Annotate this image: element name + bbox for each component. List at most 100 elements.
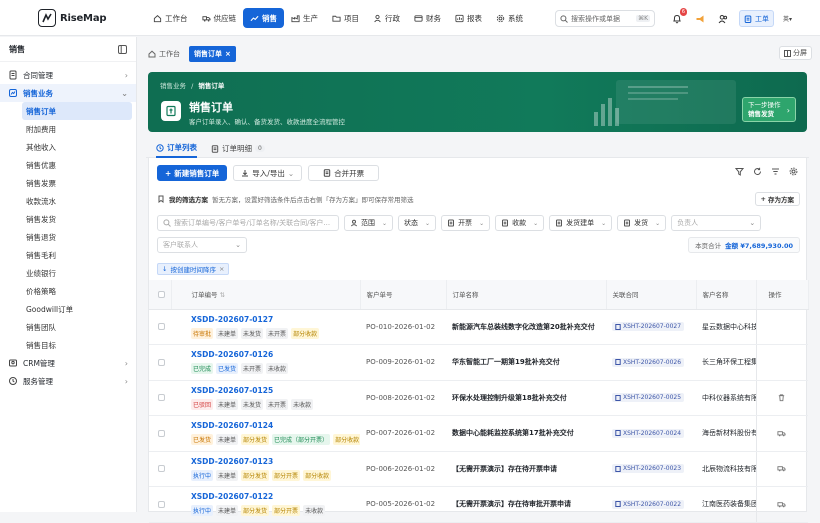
row-checkbox[interactable] <box>158 500 165 508</box>
split-screen-button[interactable]: 分屏 <box>779 46 812 60</box>
order-no-link[interactable]: XSDD-202607-0123 <box>191 457 360 466</box>
tab-close-icon[interactable]: × <box>225 50 231 58</box>
contract-link[interactable]: XSHT-202607-0022 <box>612 499 685 509</box>
tab-sales-order[interactable]: 销售订单 × <box>189 46 236 62</box>
sidebar-item[interactable]: 销售团队 <box>0 318 136 336</box>
sidebar-group-2[interactable]: CRM管理 › <box>0 354 136 372</box>
save-scheme-button[interactable]: + 存为方案 <box>754 192 800 206</box>
nav-item-8[interactable]: 系统 <box>489 8 530 28</box>
sidebar-item[interactable]: 销售退货 <box>0 228 136 246</box>
nav-item-3[interactable]: 生产 <box>284 8 325 28</box>
filter-select-4[interactable]: 发货建单 ⌄ <box>549 215 613 231</box>
order-no-link[interactable]: XSDD-202607-0127 <box>191 315 360 324</box>
row-select[interactable] <box>149 451 171 487</box>
contract-link[interactable]: XSHT-202607-0026 <box>612 357 685 367</box>
row-checkbox[interactable] <box>158 323 165 331</box>
sidebar-item[interactable]: 收款流水 <box>0 192 136 210</box>
work-order-button[interactable]: 工单 <box>739 10 774 27</box>
announcement-button[interactable] <box>693 12 707 26</box>
order-no-link[interactable]: XSDD-202607-0125 <box>191 386 360 395</box>
col-order-no[interactable]: 订单编号 ⇅ <box>171 280 361 310</box>
table-row[interactable]: XSDD-202607-0127 待审批 未建单 未发货 未开票 部分收款 PO-010-2… <box>149 309 808 345</box>
row-action[interactable] <box>755 380 808 416</box>
contract-link[interactable]: XSHT-202607-0023 <box>612 464 685 473</box>
import-export-button[interactable]: 导入/导出 ⌄ <box>233 165 303 181</box>
filter-select-0[interactable]: 范围 ⌄ <box>344 215 394 231</box>
row-action[interactable] <box>755 486 808 523</box>
sidebar-group-3[interactable]: 服务管理 › <box>0 372 136 390</box>
order-search-input[interactable]: 搜索订单编号/客户单号/订单名称/关联合同/客户... <box>157 215 339 231</box>
row-action[interactable] <box>755 415 808 452</box>
remove-sort-icon[interactable]: × <box>219 265 224 273</box>
columns-icon[interactable] <box>771 167 780 176</box>
row-select[interactable] <box>149 486 171 523</box>
merge-invoice-button[interactable]: 合并开票 <box>308 165 380 181</box>
nav-item-1[interactable]: 供应链 <box>195 8 244 28</box>
table-row[interactable]: XSDD-202607-0124 已发货 未建单 部分发货 已完成（部分开票） 部分收款 P… <box>149 415 808 452</box>
filter-icon[interactable] <box>735 167 744 176</box>
sidebar-item[interactable]: 业绩银行 <box>0 264 136 282</box>
select-all[interactable] <box>149 280 172 310</box>
sidebar-item[interactable]: 销售优惠 <box>0 156 136 174</box>
app-logo[interactable]: RiseMap <box>38 9 107 27</box>
row-action[interactable] <box>755 309 808 345</box>
owner-select[interactable]: 负责人 ⌄ <box>671 215 762 231</box>
row-checkbox[interactable] <box>158 429 165 437</box>
sidebar-item[interactable]: 其他收入 <box>0 138 136 156</box>
sidebar-item[interactable]: 销售毛利 <box>0 246 136 264</box>
nav-item-5[interactable]: 行政 <box>366 8 407 28</box>
nav-item-6[interactable]: 财务 <box>407 8 448 28</box>
sidebar-item[interactable]: 价格策略 <box>0 282 136 300</box>
row-checkbox[interactable] <box>158 394 165 402</box>
table-row[interactable]: XSDD-202607-0125 已驳回 未建单 未发货 未开票 未收款 PO-008-20… <box>149 380 808 416</box>
nav-item-2[interactable]: 销售 <box>243 8 284 28</box>
nav-item-0[interactable]: 工作台 <box>146 8 195 28</box>
contacts-button[interactable] <box>716 12 730 26</box>
breadcrumb-parent[interactable]: 销售业务 <box>160 82 186 90</box>
sidebar-group-1[interactable]: 销售业务 ⌄ <box>0 84 136 102</box>
filter-select-2[interactable]: 开票 ⌄ <box>441 215 491 231</box>
collapse-sidebar-icon[interactable] <box>118 44 127 54</box>
sidebar-item[interactable]: 附加费用 <box>0 120 136 138</box>
settings-icon[interactable] <box>789 167 798 176</box>
sidebar-item[interactable]: 销售目标 <box>0 336 136 354</box>
nav-item-7[interactable]: 报表 <box>448 8 489 28</box>
tab-workbench[interactable]: 工作台 <box>143 46 185 62</box>
sort-tag[interactable]: ↓ 按创建时间降序 × <box>157 263 230 275</box>
table-row[interactable]: XSDD-202607-0123 执行中 未建单 部分发货 部分开票 部分收款 PO-006… <box>149 451 808 487</box>
sidebar-item[interactable]: 销售发票 <box>0 174 136 192</box>
row-action[interactable] <box>755 344 808 381</box>
row-select[interactable] <box>149 415 171 452</box>
sidebar-item[interactable]: 销售发货 <box>0 210 136 228</box>
filter-select-3[interactable]: 收款 ⌄ <box>495 215 545 231</box>
sidebar-item[interactable]: Goodwill订单 <box>0 300 136 318</box>
row-checkbox[interactable] <box>158 465 165 473</box>
nav-item-4[interactable]: 项目 <box>325 8 366 28</box>
tab-order-detail[interactable]: 订单明细 0 <box>211 140 265 158</box>
global-search[interactable]: 搜索操作或单据 ⌘K <box>555 10 655 27</box>
contract-link[interactable]: XSHT-202607-0025 <box>612 393 685 402</box>
next-step-button[interactable]: 下一步操作 销售发货 › <box>742 97 796 122</box>
row-action[interactable] <box>755 451 808 487</box>
row-select[interactable] <box>149 309 171 345</box>
sidebar-item[interactable]: 销售订单 <box>22 102 132 120</box>
row-select[interactable] <box>149 344 171 381</box>
order-no-link[interactable]: XSDD-202607-0124 <box>191 421 360 430</box>
table-row[interactable]: XSDD-202607-0122 执行中 未建单 部分发货 部分开票 未收款 PO-005-… <box>149 486 808 523</box>
table-row[interactable]: XSDD-202607-0126 已完成 已发货 未开票 未收款 PO-009-2026-… <box>149 344 808 381</box>
contact-select[interactable]: 客户联系人 ⌄ <box>157 237 247 253</box>
new-sales-order-button[interactable]: + 新建销售订单 <box>157 165 228 181</box>
notification-button[interactable]: 6 <box>670 7 687 26</box>
row-select[interactable] <box>149 380 171 416</box>
contract-link[interactable]: XSHT-202607-0027 <box>612 322 685 331</box>
sort-icon[interactable]: ⇅ <box>220 291 225 299</box>
language-switch[interactable]: 英▾ <box>783 14 792 23</box>
sidebar-group-0[interactable]: 合同管理 › <box>0 66 136 84</box>
refresh-icon[interactable] <box>753 167 762 176</box>
row-checkbox[interactable] <box>158 358 165 366</box>
select-all-checkbox[interactable] <box>158 290 165 298</box>
contract-link[interactable]: XSHT-202607-0024 <box>612 428 685 438</box>
order-no-link[interactable]: XSDD-202607-0122 <box>191 492 360 501</box>
tab-order-list[interactable]: 订单列表 <box>156 140 197 158</box>
order-no-link[interactable]: XSDD-202607-0126 <box>191 350 360 359</box>
